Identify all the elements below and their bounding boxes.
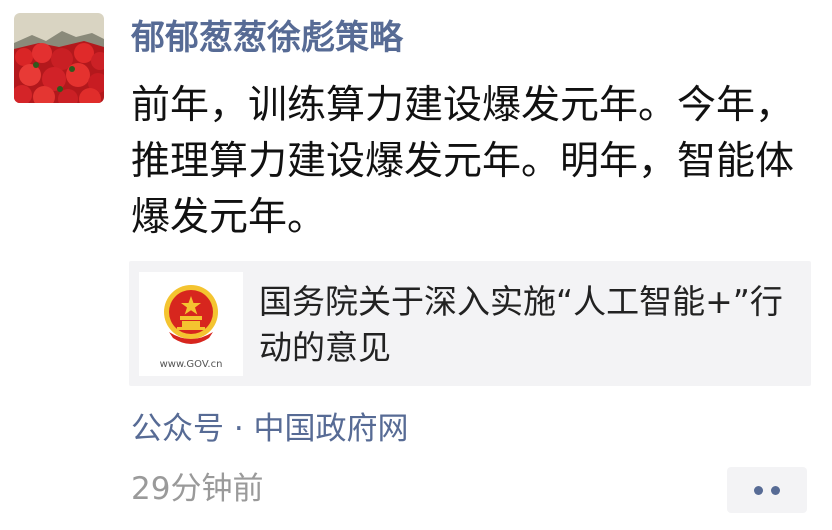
more-dots-icon — [754, 486, 763, 495]
source-link[interactable]: 公众号 · 中国政府网 — [131, 407, 409, 451]
post-text: 前年，训练算力建设爆发元年。今年，推理算力建设爆发元年。明年，智能体爆发元年。 — [131, 83, 795, 240]
timestamp: 29分钟前 — [131, 471, 264, 507]
author-name[interactable]: 郁郁葱葱徐彪策略 — [131, 14, 403, 62]
gov-caption: www.GOV.cn — [160, 359, 223, 370]
more-button[interactable] — [727, 467, 807, 513]
national-emblem-icon: www.GOV.cn — [160, 285, 223, 370]
more-dots-icon — [771, 486, 780, 495]
card-title: 国务院关于深入实施“人工智能+”行动的意见 — [259, 282, 783, 367]
avatar-image — [14, 13, 104, 103]
link-card[interactable]: www.GOV.cn 国务院关于深入实施“人工智能+”行动的意见 — [129, 261, 811, 386]
avatar[interactable] — [14, 13, 104, 103]
card-thumbnail: www.GOV.cn — [139, 272, 243, 376]
